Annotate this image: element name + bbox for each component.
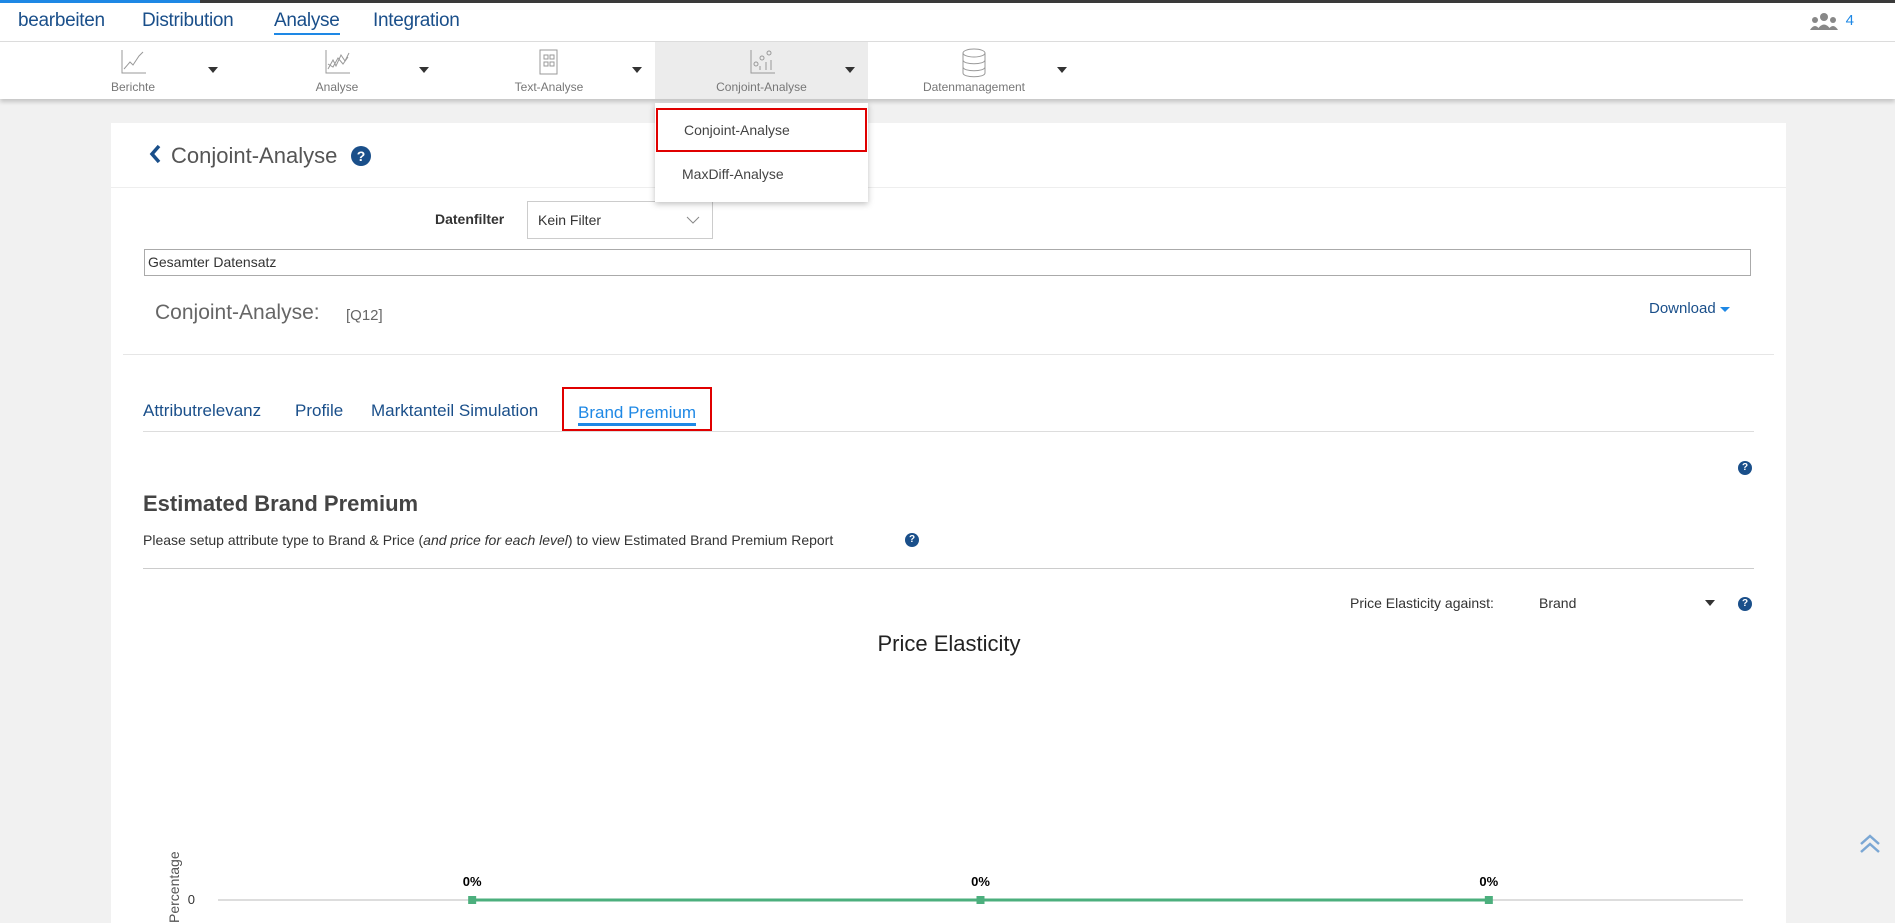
top-nav: bearbeiten Distribution Analyse Integrat… <box>0 3 1895 42</box>
scatter-chart-icon <box>750 50 775 74</box>
dataset-value: Gesamter Datensatz <box>148 254 277 270</box>
help-icon[interactable]: ? <box>351 146 371 166</box>
analysis-label: Conjoint-Analyse: <box>155 301 320 324</box>
conjoint-dropdown-menu: Conjoint-Analyse MaxDiff-Analyse <box>655 103 868 202</box>
data-point[interactable] <box>976 896 985 904</box>
caret-down-icon[interactable] <box>208 67 218 73</box>
tool-conjoint-analyse[interactable]: Conjoint-Analyse <box>655 42 868 99</box>
caret-down-icon[interactable] <box>632 67 642 73</box>
tool-label: Datenmanagement <box>922 80 1026 94</box>
back-chevron-icon[interactable] <box>149 144 161 164</box>
tab-brand-premium[interactable]: Brand Premium <box>562 387 712 431</box>
caret-down-icon[interactable] <box>845 67 855 73</box>
data-point[interactable] <box>1484 896 1493 904</box>
tool-label: Conjoint-Analyse <box>716 80 807 94</box>
analysis-question: [Q12] <box>346 307 383 324</box>
help-icon[interactable]: ? <box>1738 461 1752 475</box>
divider <box>123 354 1774 355</box>
chart-title: Price Elasticity <box>877 631 1021 656</box>
tab-marktanteil-simulation[interactable]: Marktanteil Simulation <box>371 401 538 421</box>
caret-down-icon[interactable] <box>419 67 429 73</box>
tool-text-analyse[interactable]: Text-Analyse <box>489 42 609 99</box>
tool-label: Text-Analyse <box>514 80 584 94</box>
content-card: Conjoint-Analyse ? Datenfilter Kein Filt… <box>111 123 1786 923</box>
tool-analyse[interactable]: Analyse <box>287 42 387 99</box>
instruction-post: ) to view Estimated Brand Premium Report <box>567 532 834 548</box>
tool-berichte[interactable]: Berichte <box>83 42 183 99</box>
data-label: 0% <box>1479 874 1498 889</box>
price-elasticity-chart: Percentage 0 0% 0% 0% <box>166 851 1743 923</box>
caret-down-icon[interactable] <box>1057 67 1067 73</box>
nav-bearbeiten[interactable]: bearbeiten <box>18 10 105 32</box>
y-axis-label: Percentage <box>166 851 182 923</box>
users-icon[interactable] <box>1810 12 1838 30</box>
select-value: Brand <box>1539 595 1577 611</box>
datenfilter-label: Datenfilter <box>435 211 505 227</box>
data-label: 0% <box>463 874 482 889</box>
menu-item-maxdiff-analyse[interactable]: MaxDiff-Analyse <box>656 163 867 185</box>
toolbar: Berichte Analyse Text-Analyse Conjoint-A… <box>0 42 1895 99</box>
download-button[interactable]: Download <box>1649 300 1730 317</box>
chevron-down-icon <box>686 216 700 224</box>
tab-profile[interactable]: Profile <box>295 401 343 421</box>
menu-item-conjoint-analyse[interactable]: Conjoint-Analyse <box>656 108 867 152</box>
select-value: Kein Filter <box>538 212 602 228</box>
line-chart-icon <box>121 50 146 74</box>
nav-integration[interactable]: Integration <box>373 10 460 32</box>
data-label: 0% <box>971 874 990 889</box>
tab-bar-line <box>143 431 1754 432</box>
user-count: 4 <box>1845 12 1854 29</box>
document-icon <box>539 49 558 75</box>
tab-label: Brand Premium <box>578 403 697 426</box>
database-icon <box>962 48 986 78</box>
instruction-pre: Please setup attribute type to Brand & P… <box>143 532 424 548</box>
tool-label: Berichte <box>110 80 156 94</box>
help-icon[interactable]: ? <box>905 533 919 547</box>
elasticity-select[interactable]: Brand <box>1536 591 1716 615</box>
section-title: Estimated Brand Premium <box>143 491 419 516</box>
tab-attributrelevanz[interactable]: Attributrelevanz <box>143 401 261 421</box>
dataset-field[interactable]: Gesamter Datensatz <box>144 249 1751 276</box>
caret-down-icon <box>1719 306 1730 312</box>
nav-distribution[interactable]: Distribution <box>142 10 234 32</box>
datenfilter-select[interactable]: Kein Filter <box>527 201 713 239</box>
instruction-text: Please setup attribute type to Brand & P… <box>143 532 833 548</box>
divider <box>111 187 1786 188</box>
data-point[interactable] <box>468 896 477 904</box>
tool-datenmanagement[interactable]: Datenmanagement <box>914 42 1034 99</box>
page-title: Conjoint-Analyse <box>171 143 338 168</box>
instruction-em: and price for each level <box>423 532 568 548</box>
tool-label: Analyse <box>315 80 359 94</box>
nav-analyse[interactable]: Analyse <box>274 10 340 35</box>
download-label: Download <box>1649 300 1716 317</box>
elasticity-label: Price Elasticity against: <box>1350 595 1494 611</box>
divider <box>143 568 1754 569</box>
y-tick-label: 0 <box>188 892 195 907</box>
scroll-top-icon[interactable] <box>1858 832 1882 856</box>
analysis-chart-icon <box>325 50 350 74</box>
help-icon[interactable]: ? <box>1738 597 1752 611</box>
caret-down-icon <box>1705 600 1715 606</box>
